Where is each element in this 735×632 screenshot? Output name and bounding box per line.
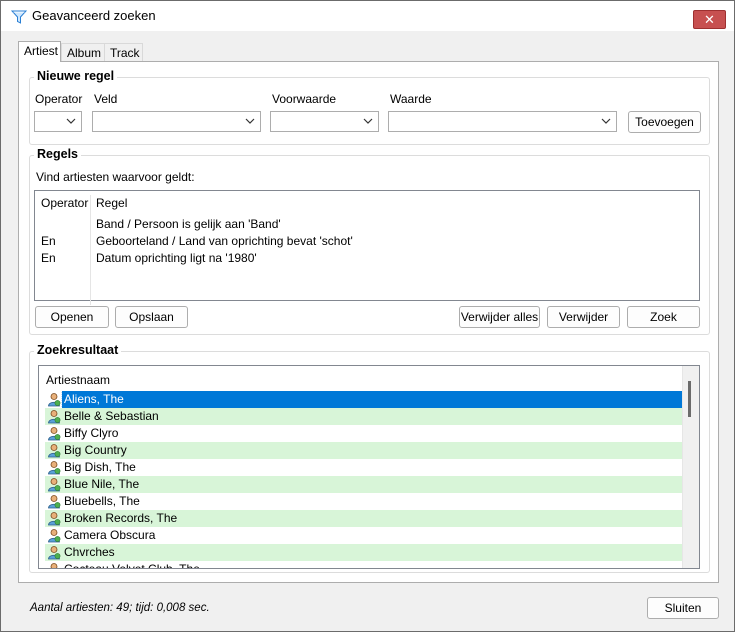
results-title: Zoekresultaat [34, 343, 122, 357]
condition-label: Voorwaarde [272, 92, 337, 106]
remove-all-button[interactable]: Verwijder alles [459, 306, 540, 328]
tab-album[interactable]: Album [61, 43, 105, 61]
person-icon [50, 563, 58, 568]
title-bar: Geavanceerd zoeken ✕ [1, 1, 734, 31]
person-icon [48, 393, 61, 407]
person-icon [48, 461, 61, 475]
artist-name: Camera Obscura [64, 528, 156, 542]
rules-column-operator[interactable]: Operator [41, 195, 88, 212]
list-item[interactable]: Belle & Sebastian [45, 408, 683, 425]
close-dialog-button[interactable]: Sluiten [647, 597, 719, 619]
rule-text: Band / Persoon is gelijk aan 'Band' [96, 217, 281, 231]
rules-list[interactable]: Operator Regel Band / Persoon is gelijk … [34, 190, 700, 305]
results-group: Zoekresultaat Artiestnaam Aliens, The Bel… [29, 343, 710, 573]
rules-list-header: Operator Regel [35, 195, 699, 305]
field-label: Veld [94, 92, 118, 106]
list-item[interactable]: Big Country [45, 442, 683, 459]
list-item[interactable]: Biffy Clyro [45, 425, 683, 442]
list-item[interactable]: Blue Nile, The [45, 476, 683, 493]
rules-description: Vind artiesten waarvoor geldt: [36, 170, 195, 184]
tab-track[interactable]: Track [104, 43, 143, 61]
chevron-down-icon [66, 118, 76, 124]
chevron-down-icon [245, 118, 255, 124]
person-icon [48, 495, 61, 509]
open-button[interactable]: Openen [35, 306, 109, 328]
new-rule-group: Nieuwe regel Operator Veld Voorwaarde Wa… [29, 69, 710, 145]
remove-button[interactable]: Verwijder [547, 306, 620, 328]
artist-name: Big Dish, The [64, 460, 136, 474]
artist-name: Broken Records, The [64, 511, 178, 525]
rule-operator: En [41, 234, 56, 248]
artist-name: Cocteau Velvet Club, The [64, 562, 200, 569]
results-list[interactable]: Artiestnaam Aliens, The Belle & Sebastian… [38, 365, 700, 569]
person-icon [48, 444, 61, 458]
search-button[interactable]: Zoek [627, 306, 700, 328]
artist-tab-panel: Nieuwe regel Operator Veld Voorwaarde Wa… [18, 61, 719, 583]
list-item[interactable]: Aliens, The [45, 391, 683, 408]
person-icon [48, 478, 61, 492]
list-item[interactable]: Chvrches [45, 544, 683, 561]
list-item[interactable]: Big Dish, The [45, 459, 683, 476]
save-button[interactable]: Opslaan [115, 306, 188, 328]
rules-title: Regels [34, 147, 81, 161]
operator-select[interactable] [34, 111, 82, 132]
add-rule-button[interactable]: Toevoegen [628, 111, 701, 133]
person-icon [48, 410, 61, 424]
artist-name: Aliens, The [61, 391, 683, 408]
artist-name: Big Country [64, 443, 127, 457]
list-item[interactable]: Bluebells, The [45, 493, 683, 510]
list-item[interactable]: Camera Obscura [45, 527, 683, 544]
value-select[interactable] [388, 111, 617, 132]
artist-name: Belle & Sebastian [64, 409, 159, 423]
new-rule-title: Nieuwe regel [34, 69, 118, 83]
condition-select[interactable] [270, 111, 379, 132]
operator-label: Operator [35, 92, 83, 106]
status-text: Aantal artiesten: 49; tijd: 0,008 sec. [30, 602, 210, 614]
list-item[interactable]: Cocteau Velvet Club, The [45, 561, 683, 569]
value-label: Waarde [390, 92, 432, 106]
rules-list-row[interactable]: Band / Persoon is gelijk aan 'Band' [35, 216, 699, 233]
rules-list-row[interactable]: En Geboorteland / Land van oprichting be… [35, 233, 699, 250]
window-close-button[interactable]: ✕ [693, 10, 726, 29]
window-title: Geavanceerd zoeken [32, 8, 156, 23]
rules-group: Regels Vind artiesten waarvoor geldt: Op… [29, 147, 710, 335]
list-item[interactable]: Broken Records, The [45, 510, 683, 527]
results-column-artist-name[interactable]: Artiestnaam [46, 373, 110, 387]
tab-artist[interactable]: Artiest [18, 41, 61, 62]
funnel-icon [11, 10, 27, 24]
person-icon [48, 546, 61, 560]
advanced-search-window: Geavanceerd zoeken ✕ Artiest Album Track… [0, 0, 735, 632]
person-icon [48, 512, 61, 526]
rule-text: Datum oprichting ligt na '1980' [96, 251, 257, 265]
rule-operator: En [41, 251, 56, 265]
person-icon [48, 529, 61, 543]
rules-list-row[interactable]: En Datum oprichting ligt na '1980' [35, 250, 699, 267]
results-scrollbar[interactable] [682, 366, 699, 568]
scrollbar-thumb[interactable] [688, 381, 691, 417]
field-select[interactable] [92, 111, 261, 132]
artist-name: Blue Nile, The [64, 477, 140, 491]
chevron-down-icon [363, 118, 373, 124]
chevron-down-icon [601, 118, 611, 124]
artist-name: Bluebells, The [64, 494, 140, 508]
rules-column-rule[interactable]: Regel [96, 195, 127, 212]
artist-name: Chvrches [64, 545, 115, 559]
rule-text: Geboorteland / Land van oprichting bevat… [96, 234, 353, 248]
artist-name: Biffy Clyro [64, 426, 119, 440]
person-icon [48, 427, 61, 441]
